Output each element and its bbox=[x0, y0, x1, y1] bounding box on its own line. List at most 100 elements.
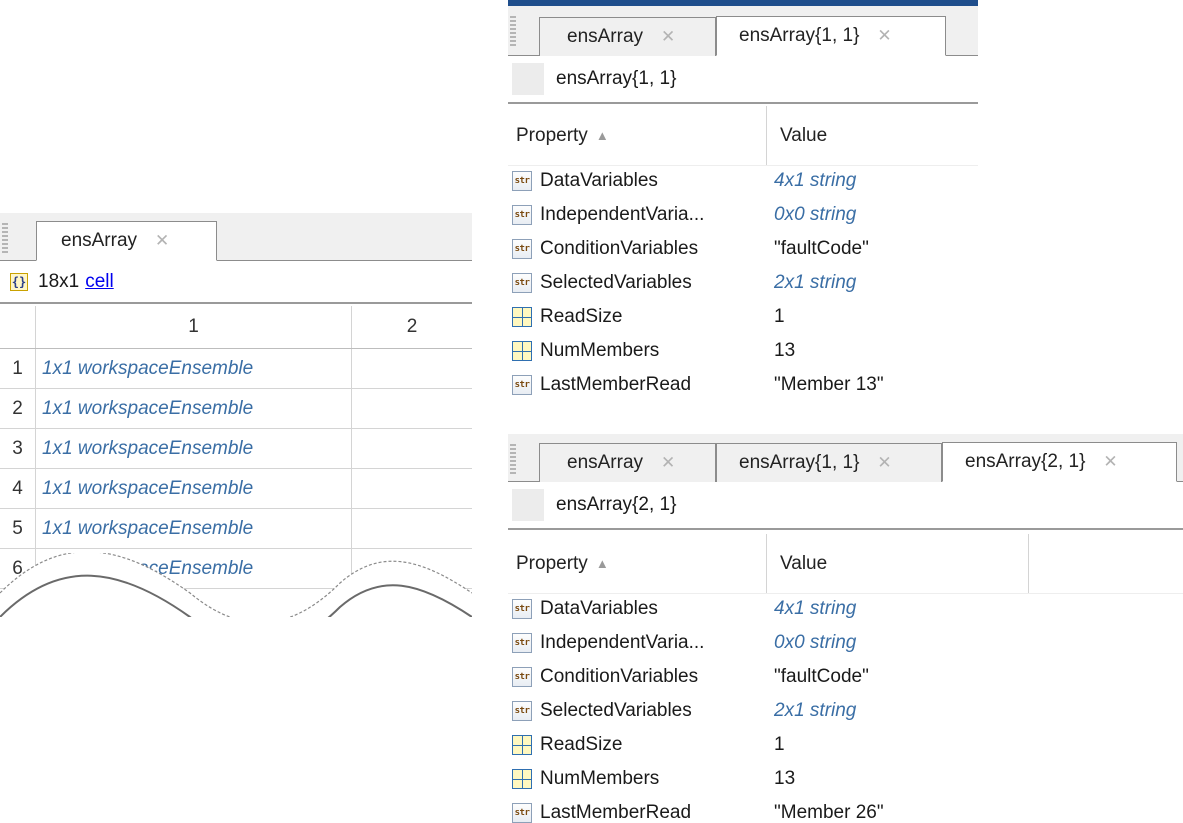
property-header-label: Property bbox=[516, 124, 588, 146]
row-index[interactable]: 3 bbox=[0, 429, 36, 468]
cell-empty[interactable] bbox=[352, 469, 472, 508]
column-header-2[interactable]: 2 bbox=[352, 306, 472, 348]
property-name: ReadSize bbox=[540, 306, 623, 327]
property-column-header[interactable]: Property ▲ bbox=[516, 534, 609, 593]
property-row[interactable]: str SelectedVariables 2x1 string bbox=[508, 694, 1183, 728]
property-row[interactable]: ReadSize 1 bbox=[508, 300, 978, 334]
property-row[interactable]: str ConditionVariables "faultCode" bbox=[508, 660, 1183, 694]
tab-ensarray-2-1[interactable]: ensArray{2, 1} ✕ bbox=[942, 442, 1177, 482]
property-value[interactable]: 2x1 string bbox=[774, 700, 856, 722]
row-index[interactable]: 5 bbox=[0, 509, 36, 548]
property-value[interactable]: "Member 13" bbox=[774, 374, 884, 396]
property-value[interactable]: 13 bbox=[774, 768, 795, 790]
property-row[interactable]: str DataVariables 4x1 string bbox=[508, 164, 978, 198]
property-value[interactable]: 13 bbox=[774, 340, 795, 362]
property-name: DataVariables bbox=[540, 170, 658, 191]
string-icon: str bbox=[512, 171, 532, 191]
breadcrumb-icon bbox=[512, 489, 544, 521]
row-index[interactable]: 4 bbox=[0, 469, 36, 508]
value-header-label: Value bbox=[780, 124, 828, 146]
close-icon[interactable]: ✕ bbox=[661, 453, 675, 473]
string-icon: str bbox=[512, 205, 532, 225]
property-table-header: Property ▲ Value bbox=[508, 106, 978, 166]
property-name: LastMemberRead bbox=[540, 374, 692, 395]
drag-grip[interactable] bbox=[2, 223, 8, 253]
column-header-row: 1 2 bbox=[0, 306, 472, 349]
numeric-icon bbox=[512, 735, 532, 755]
cell-value[interactable]: 1x1 workspaceEnsemble bbox=[36, 349, 352, 388]
tab-ensarray[interactable]: ensArray ✕ bbox=[539, 443, 716, 482]
property-name: IndependentVaria... bbox=[540, 632, 705, 653]
value-column-header[interactable]: Value bbox=[766, 534, 827, 593]
property-name: SelectedVariables bbox=[540, 700, 692, 721]
cell-type-link[interactable]: cell bbox=[85, 271, 114, 293]
cell-array-icon: {} bbox=[10, 272, 28, 291]
cell-value[interactable]: 1x1 workspaceEnsemble bbox=[36, 389, 352, 428]
property-value[interactable]: "faultCode" bbox=[774, 666, 869, 688]
drag-grip[interactable] bbox=[510, 444, 516, 474]
property-column-header[interactable]: Property ▲ bbox=[516, 106, 609, 165]
property-row[interactable]: str DataVariables 4x1 string bbox=[508, 592, 1183, 626]
cell-value[interactable]: 1x1 workspaceEnsemble bbox=[36, 469, 352, 508]
cell-empty[interactable] bbox=[352, 349, 472, 388]
property-row[interactable]: NumMembers 13 bbox=[508, 334, 978, 368]
property-value[interactable]: "faultCode" bbox=[774, 238, 869, 260]
property-list: str DataVariables 4x1 string str Independent… bbox=[508, 164, 978, 402]
property-row[interactable]: str IndependentVaria... 0x0 string bbox=[508, 198, 978, 232]
property-value[interactable]: 1 bbox=[774, 306, 785, 328]
tab-label: ensArray bbox=[567, 26, 644, 47]
string-icon: str bbox=[512, 599, 532, 619]
property-value[interactable]: 0x0 string bbox=[774, 632, 856, 654]
close-icon[interactable]: ✕ bbox=[877, 26, 891, 46]
property-name: LastMemberRead bbox=[540, 802, 692, 823]
string-icon: str bbox=[512, 633, 532, 653]
property-value[interactable]: 4x1 string bbox=[774, 170, 856, 192]
string-icon: str bbox=[512, 803, 532, 823]
numeric-icon bbox=[512, 341, 532, 361]
tab-ensarray-1-1[interactable]: ensArray{1, 1} ✕ bbox=[716, 16, 946, 56]
cell-empty[interactable] bbox=[352, 389, 472, 428]
breadcrumb-label: ensArray{2, 1} bbox=[556, 494, 677, 515]
close-icon[interactable]: ✕ bbox=[877, 453, 891, 473]
cell-value[interactable]: 1x1 workspaceEnsemble bbox=[36, 509, 352, 548]
property-row[interactable]: str SelectedVariables 2x1 string bbox=[508, 266, 978, 300]
variable-size: 18x1 bbox=[38, 270, 80, 292]
close-icon[interactable]: ✕ bbox=[1103, 452, 1117, 472]
cell-array-editor: ensArray ✕ {} 18x1 cell 1 2 1 1x1 workspa… bbox=[0, 213, 472, 643]
property-name: SelectedVariables bbox=[540, 272, 692, 293]
property-row[interactable]: str LastMemberRead "Member 13" bbox=[508, 368, 978, 402]
table-row: 2 1x1 workspaceEnsemble bbox=[0, 389, 472, 429]
cell-empty[interactable] bbox=[352, 429, 472, 468]
table-row: 1 1x1 workspaceEnsemble bbox=[0, 349, 472, 389]
property-value[interactable]: 4x1 string bbox=[774, 598, 856, 620]
close-icon[interactable]: ✕ bbox=[155, 231, 169, 251]
property-value[interactable]: 2x1 string bbox=[774, 272, 856, 294]
property-table-header: Property ▲ Value bbox=[508, 534, 1183, 594]
tab-ensarray-1-1[interactable]: ensArray{1, 1} ✕ bbox=[716, 443, 942, 482]
cell-empty[interactable] bbox=[352, 509, 472, 548]
property-value[interactable]: "Member 26" bbox=[774, 802, 884, 823]
sort-ascending-icon[interactable]: ▲ bbox=[596, 128, 609, 143]
drag-grip[interactable] bbox=[510, 16, 516, 46]
cell-value[interactable]: 1x1 workspaceEnsemble bbox=[36, 429, 352, 468]
property-row[interactable]: NumMembers 13 bbox=[508, 762, 1183, 796]
corner-cell[interactable] bbox=[0, 306, 36, 348]
tab-ensarray[interactable]: ensArray ✕ bbox=[539, 17, 716, 56]
tab-label: ensArray{2, 1} bbox=[965, 451, 1086, 472]
row-index[interactable]: 2 bbox=[0, 389, 36, 428]
row-index[interactable]: 1 bbox=[0, 349, 36, 388]
column-header-1[interactable]: 1 bbox=[36, 306, 352, 348]
close-icon[interactable]: ✕ bbox=[661, 27, 675, 47]
value-column-header[interactable]: Value bbox=[766, 106, 827, 165]
property-row[interactable]: ReadSize 1 bbox=[508, 728, 1183, 762]
property-value[interactable]: 1 bbox=[774, 734, 785, 756]
property-row[interactable]: str LastMemberRead "Member 26" bbox=[508, 796, 1183, 823]
property-value[interactable]: 0x0 string bbox=[774, 204, 856, 226]
property-editor-1: ensArray ✕ ensArray{1, 1} ✕ ensArray{1, … bbox=[508, 0, 978, 400]
property-name: ConditionVariables bbox=[540, 238, 699, 259]
property-row[interactable]: str IndependentVaria... 0x0 string bbox=[508, 626, 1183, 660]
sort-ascending-icon[interactable]: ▲ bbox=[596, 556, 609, 571]
numeric-icon bbox=[512, 769, 532, 789]
property-row[interactable]: str ConditionVariables "faultCode" bbox=[508, 232, 978, 266]
tab-ensarray[interactable]: ensArray ✕ bbox=[36, 221, 217, 261]
